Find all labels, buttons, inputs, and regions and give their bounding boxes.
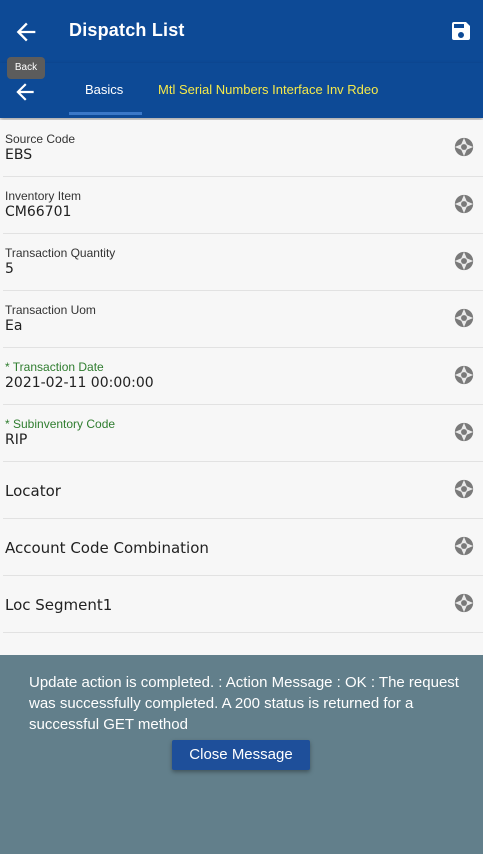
field-row-account-code-combination[interactable]: Account Code Combination [3, 519, 483, 576]
save-icon[interactable] [449, 19, 473, 43]
field-row-transaction-quantity[interactable]: Transaction Quantity 5 [3, 234, 483, 291]
field-label: Transaction Uom [5, 303, 96, 317]
message-overlay: Update action is completed. : Action Mes… [0, 655, 483, 854]
field-row-loc-segment1[interactable]: Loc Segment1 [3, 576, 483, 633]
close-message-button[interactable]: Close Message [172, 740, 310, 770]
field-list: Source Code EBS Inventory Item CM66701 T… [0, 120, 483, 655]
field-label: Inventory Item [5, 189, 82, 203]
page-title: Dispatch List [69, 20, 185, 40]
camera-shutter-icon[interactable] [453, 136, 475, 158]
field-value: CM66701 [5, 204, 72, 220]
field-value: Ea [5, 318, 23, 334]
tab-bar: Basics Mtl Serial Numbers Interface Inv … [0, 63, 483, 118]
field-value: EBS [5, 147, 33, 163]
camera-shutter-icon[interactable] [453, 193, 475, 215]
camera-shutter-icon[interactable] [453, 535, 475, 557]
field-value: RIP [5, 432, 28, 448]
status-message: Update action is completed. : Action Mes… [29, 674, 459, 733]
field-row-transaction-uom[interactable]: Transaction Uom Ea [3, 291, 483, 348]
back-arrow-icon[interactable] [12, 79, 38, 105]
field-row-partial [3, 633, 483, 655]
field-row-inventory-item[interactable]: Inventory Item CM66701 [3, 177, 483, 234]
field-value: 5 [5, 261, 14, 277]
camera-shutter-icon[interactable] [453, 250, 475, 272]
camera-shutter-icon[interactable] [453, 478, 475, 500]
camera-shutter-icon[interactable] [453, 592, 475, 614]
field-value: 2021-02-11 00:00:00 [5, 375, 154, 391]
tab-mtl-serial-numbers[interactable]: Mtl Serial Numbers Interface Inv Rdeo [158, 82, 378, 97]
field-row-source-code[interactable]: Source Code EBS [3, 120, 483, 177]
field-row-transaction-date[interactable]: * Transaction Date 2021-02-11 00:00:00 [3, 348, 483, 405]
field-label: Source Code [5, 132, 76, 146]
back-arrow-icon[interactable] [12, 18, 40, 46]
camera-shutter-icon[interactable] [453, 364, 475, 386]
field-label: Account Code Combination [5, 539, 209, 557]
field-label-required: * Subinventory Code [5, 417, 116, 431]
camera-shutter-icon[interactable] [453, 307, 475, 329]
app-header: Dispatch List [0, 0, 483, 63]
field-row-subinventory-code[interactable]: * Subinventory Code RIP [3, 405, 483, 462]
field-label: Transaction Quantity [5, 246, 116, 260]
field-row-locator[interactable]: Locator [3, 462, 483, 519]
field-label: Locator [5, 482, 61, 500]
field-label-required: * Transaction Date [5, 360, 104, 374]
field-label: Loc Segment1 [5, 596, 113, 614]
camera-shutter-icon[interactable] [453, 421, 475, 443]
back-tooltip: Back [7, 57, 45, 79]
tab-basics[interactable]: Basics [85, 82, 123, 97]
active-tab-indicator [69, 112, 142, 115]
